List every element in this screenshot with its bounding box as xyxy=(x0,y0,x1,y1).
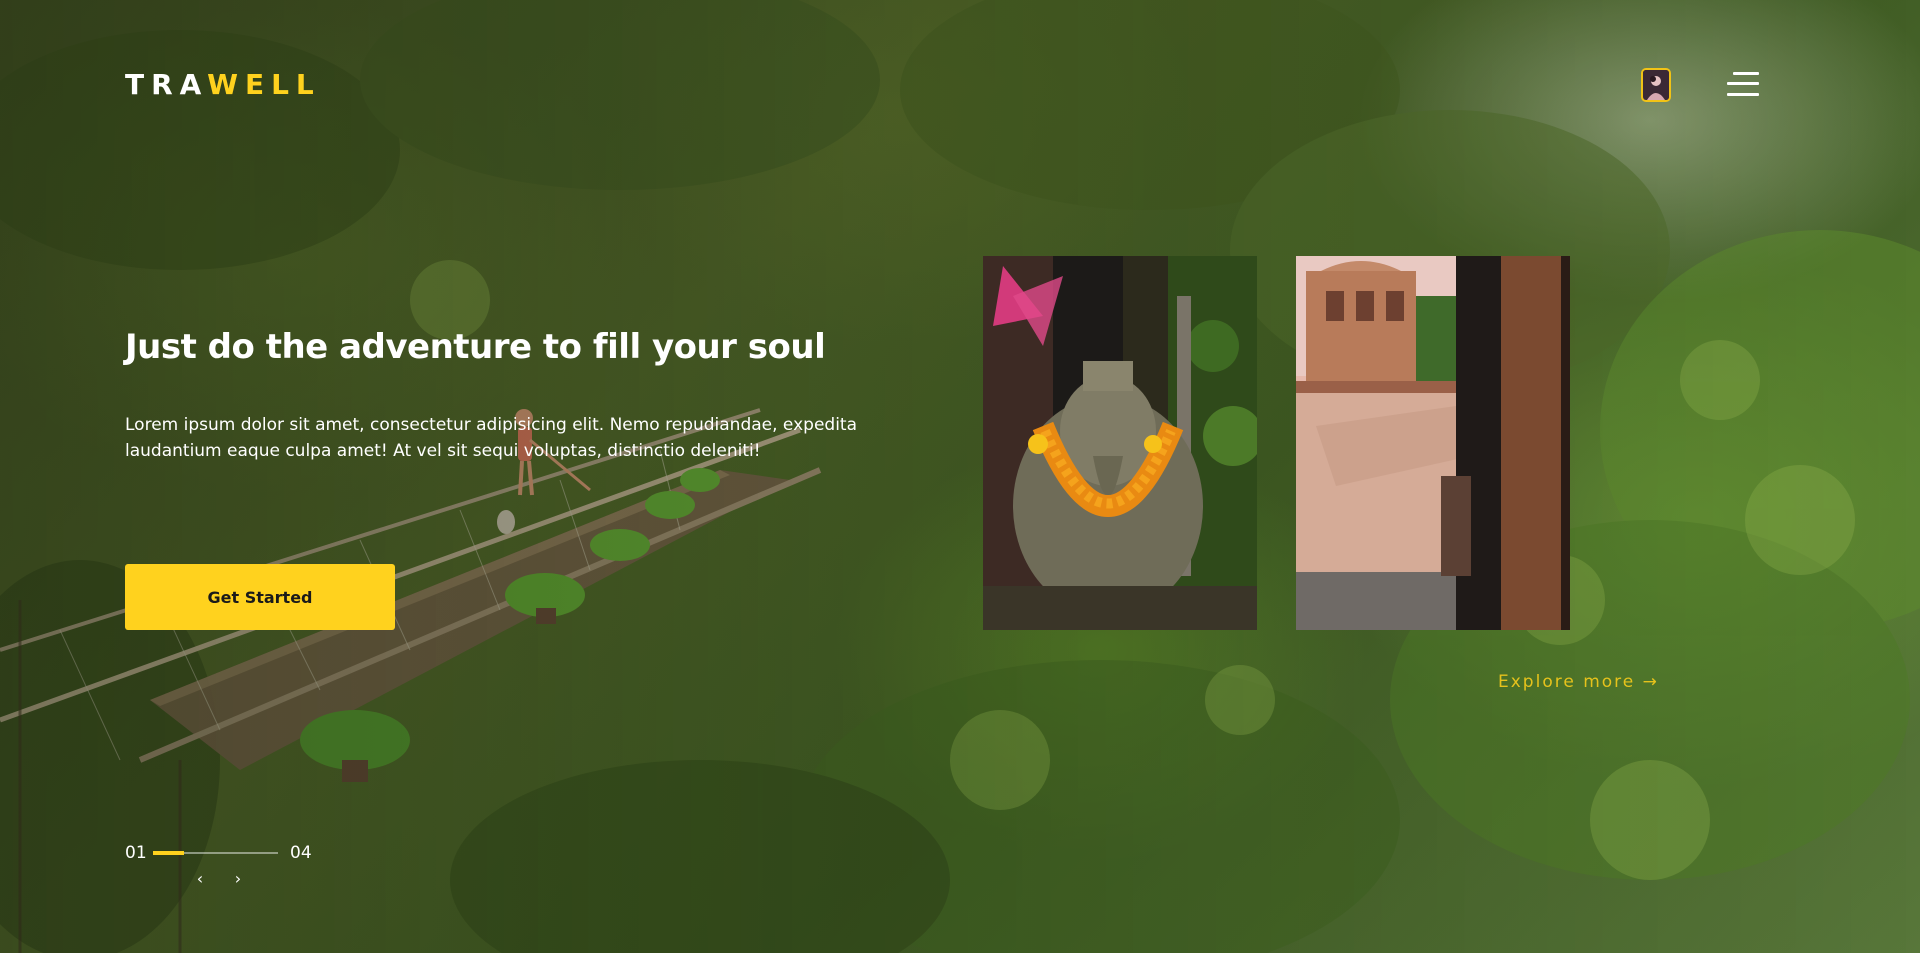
palace-courtyard-image xyxy=(1296,256,1570,630)
ganesha-statue-image xyxy=(983,256,1257,630)
slide-progress-track xyxy=(153,851,278,855)
brand-logo[interactable]: TRAWELL xyxy=(125,68,321,102)
get-started-button[interactable]: Get Started xyxy=(125,564,395,630)
slide-progress-fill xyxy=(153,851,185,855)
destination-card-ganesha[interactable] xyxy=(983,256,1257,630)
destination-card-palace[interactable] xyxy=(1296,256,1570,630)
slide-current-number: 01 xyxy=(125,843,147,863)
hero-description: Lorem ipsum dolor sit amet, consectetur … xyxy=(125,415,858,461)
user-avatar[interactable] xyxy=(1641,68,1671,102)
menu-line-middle xyxy=(1727,82,1759,85)
menu-line-bottom xyxy=(1727,93,1759,96)
hero-background xyxy=(0,0,1920,956)
chevron-right-icon[interactable]: › xyxy=(229,870,247,888)
chevron-left-icon[interactable]: ‹ xyxy=(191,870,209,888)
forest-bridge-illustration xyxy=(0,0,1920,956)
explore-more-link[interactable]: Explore more → xyxy=(1498,670,1659,694)
slide-total-number: 04 xyxy=(290,843,312,863)
logo-text-accent: WELL xyxy=(207,68,321,101)
hamburger-menu-icon[interactable] xyxy=(1727,72,1759,98)
hero-title: Just do the adventure to fill your soul xyxy=(125,327,826,367)
menu-line-top xyxy=(1733,72,1759,75)
avatar-image xyxy=(1643,70,1669,100)
logo-text-primary: TRA xyxy=(125,68,208,101)
